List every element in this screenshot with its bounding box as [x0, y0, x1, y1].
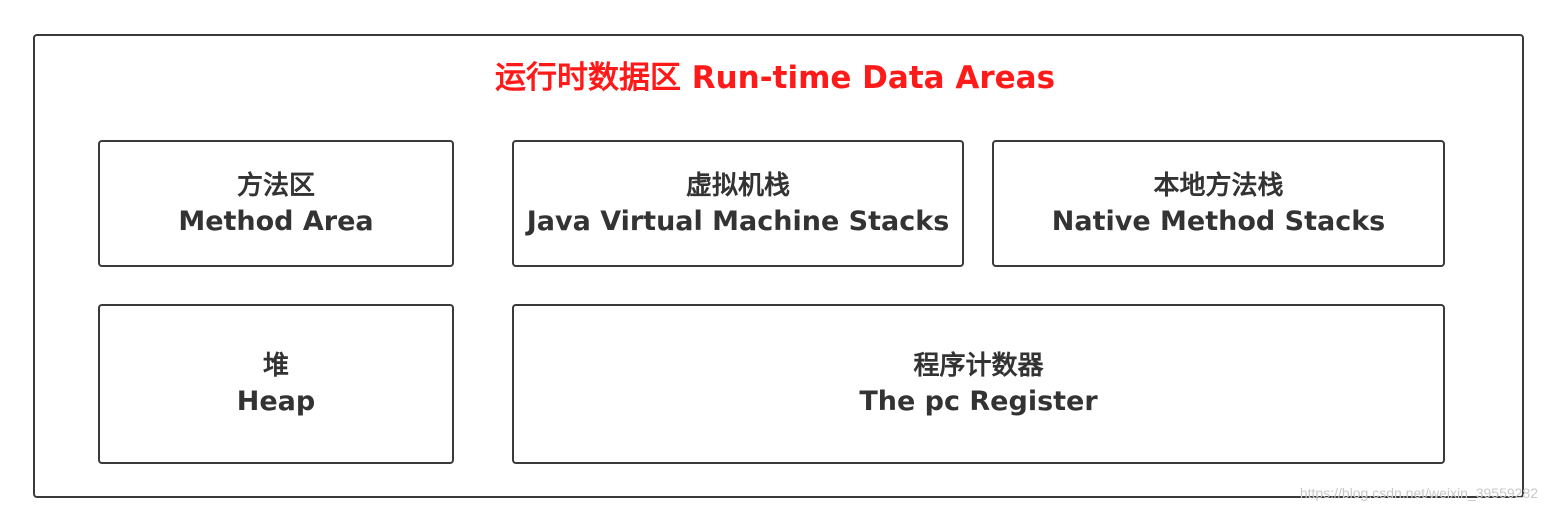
- pc-register-en-label: The pc Register: [859, 386, 1098, 417]
- jvm-stacks-box: 虚拟机栈 Java Virtual Machine Stacks: [512, 140, 964, 267]
- method-area-zh-label: 方法区: [236, 170, 315, 201]
- jvm-stacks-en-label: Java Virtual Machine Stacks: [526, 205, 950, 237]
- heap-zh-label: 堆: [262, 351, 289, 381]
- method-area-en-label: Method Area: [178, 205, 374, 237]
- method-area-box: 方法区 Method Area: [98, 140, 454, 267]
- native-method-stacks-box: 本地方法栈 Native Method Stacks: [992, 140, 1445, 267]
- native-method-stacks-en-label: Native Method Stacks: [1051, 205, 1386, 237]
- native-method-stacks-zh-label: 本地方法栈: [1153, 170, 1284, 201]
- jvm-stacks-zh-label: 虚拟机栈: [685, 170, 790, 201]
- heap-en-label: Heap: [236, 386, 316, 417]
- watermark-url: https://blog.csdn.net/weixin_39559282: [1299, 485, 1538, 501]
- heap-box: 堆 Heap: [98, 304, 454, 464]
- diagram-title: 运行时数据区 Run-time Data Areas: [494, 60, 1056, 96]
- pc-register-box: 程序计数器 The pc Register: [512, 304, 1445, 464]
- pc-register-zh-label: 程序计数器: [913, 351, 1044, 381]
